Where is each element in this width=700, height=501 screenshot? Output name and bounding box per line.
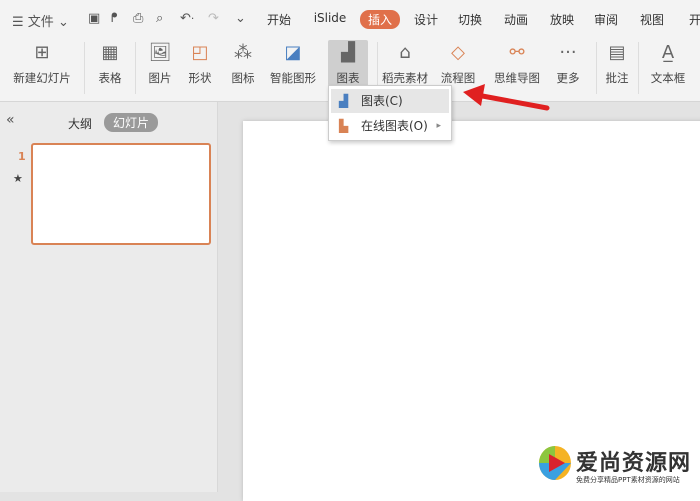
collapse-panel-icon[interactable]: « [6, 112, 15, 128]
textbox-icon: A̲ [661, 42, 675, 63]
flowchart-icon: ◇ [451, 42, 465, 63]
watermark-title: 爱尚资源网 [576, 451, 692, 476]
comment-icon: ▤ [608, 42, 626, 63]
format-painter-icon[interactable]: ᖰ [111, 11, 118, 26]
new-slide-icon: ⊞ [34, 42, 50, 63]
redo-icon[interactable]: ↷ [208, 11, 219, 26]
undo-icon[interactable]: ↶· [180, 11, 194, 26]
label: 图表(C) [361, 94, 403, 108]
docer-material-icon: ⌂ [399, 42, 411, 63]
new-slide-button[interactable]: ⊞ 新建幻灯片 [7, 40, 77, 86]
table-button[interactable]: ▦ 表格 [82, 40, 138, 86]
chart-icon: ▟ [339, 94, 349, 108]
tab-islide[interactable]: iSlide [314, 11, 347, 25]
table-icon: ▦ [101, 42, 119, 63]
divider [638, 42, 639, 94]
docer-material-button[interactable]: ⌂ 稻壳素材 [377, 40, 433, 86]
tab-developer[interactable]: 开 [689, 11, 700, 28]
flowchart-button[interactable]: ◇ 流程图 [430, 40, 486, 86]
mindmap-button[interactable]: ⚯ 思维导图 [489, 40, 545, 86]
watermark-subtitle: 免费分享精品PPT素材资源的网站 [576, 476, 680, 484]
tab-transition[interactable]: 切换 [458, 11, 482, 28]
label: 智能图形 [270, 71, 316, 85]
arrow-head [463, 84, 485, 106]
textbox-button[interactable]: A̲ 文本框 [640, 40, 696, 86]
label: 图表 [336, 71, 360, 85]
file-menu-label: 文件 [27, 15, 54, 30]
tab-review[interactable]: 审阅 [594, 11, 618, 28]
chart-dropdown-menu: ▟ 图表(C) ▙ 在线图表(O) ▸ [328, 85, 452, 141]
tab-home[interactable]: 开始 [267, 11, 291, 28]
label: 稻壳素材 [382, 71, 428, 85]
print-preview-icon[interactable]: ⌕ [156, 11, 163, 26]
watermark-logo: 爱尚资源网 免费分享精品PPT素材资源的网站 [538, 445, 698, 490]
more-button[interactable]: ··· 更多 [540, 40, 596, 86]
label: 图标 [231, 71, 255, 85]
comment-button[interactable]: ▤ 批注 [589, 40, 645, 86]
red-arrow-annotation [463, 84, 550, 111]
slide-thumbnail[interactable] [31, 143, 211, 245]
submenu-arrow-icon: ▸ [436, 121, 441, 131]
tab-animation[interactable]: 动画 [504, 11, 528, 28]
chart-button[interactable]: ▟ 图表 [328, 40, 368, 86]
tab-slides[interactable]: 幻灯片 [104, 113, 159, 132]
tab-insert[interactable]: 插入 [359, 10, 401, 29]
mindmap-icon: ⚯ [509, 42, 525, 63]
icons-icon: ⁂ [234, 42, 252, 63]
tab-view[interactable]: 视图 [640, 11, 664, 28]
smartart-button[interactable]: ◪ 智能图形 [265, 40, 321, 86]
label: 新建幻灯片 [13, 71, 71, 85]
menu-item-chart[interactable]: ▟ 图表(C) [331, 89, 449, 113]
label: 在线图表(O) [361, 119, 428, 133]
label: 文本框 [650, 71, 686, 85]
customize-icon[interactable]: ⌄ [235, 11, 246, 26]
top-tab-bar: ☰ 文件 ⌄ ▣ ᖰ ⎙ ⌕ ↶· ↷ ⌄ 开始 iSlide 插入 设计 切换… [0, 0, 700, 36]
menu-item-online-chart[interactable]: ▙ 在线图表(O) ▸ [331, 114, 449, 138]
animation-star-icon: ★ [13, 172, 23, 185]
arrow-shaft [474, 92, 550, 111]
chart-icon: ▟ [341, 42, 355, 63]
slide-number: 1 [18, 150, 26, 163]
print-icon[interactable]: ⎙ [133, 11, 143, 26]
more-icon: ··· [559, 42, 577, 63]
tab-outline[interactable]: 大纲 [68, 115, 92, 132]
tab-slideshow[interactable]: 放映 [550, 11, 574, 28]
online-chart-icon: ▙ [339, 119, 349, 133]
save-icon[interactable]: ▣ [88, 11, 100, 26]
smartart-icon: ◪ [284, 42, 302, 63]
label: 批注 [605, 71, 629, 85]
tab-design[interactable]: 设计 [414, 11, 438, 28]
icons-button[interactable]: ⁂ 图标 [215, 40, 271, 86]
label: 表格 [98, 71, 122, 85]
file-menu[interactable]: ☰ 文件 ⌄ [12, 11, 69, 30]
play-logo-icon [539, 446, 571, 480]
slide-canvas[interactable] [243, 121, 700, 501]
